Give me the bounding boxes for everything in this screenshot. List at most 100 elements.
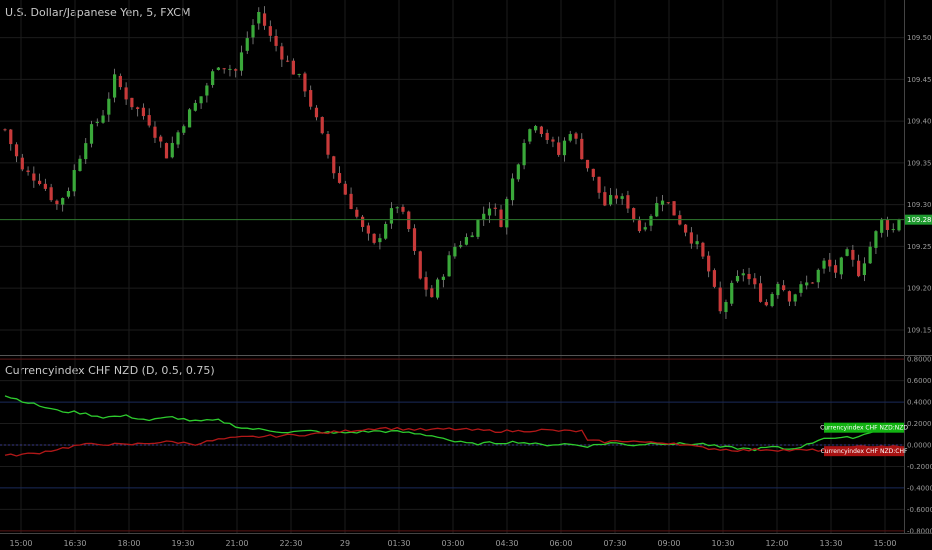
candle-body: [389, 208, 394, 224]
candle-body: [528, 129, 532, 142]
y-tick-label: 109.250: [907, 243, 932, 251]
x-tick-label: 01:30: [387, 539, 410, 548]
candle-body: [787, 291, 792, 302]
candle-body: [770, 293, 774, 307]
candle-body: [724, 302, 728, 313]
y-tick-label: 109.400: [907, 118, 932, 126]
y-tick-label: 109.350: [907, 159, 932, 167]
candle-body: [568, 134, 572, 141]
candle-body: [286, 60, 290, 62]
candle-body: [591, 168, 595, 177]
x-tick-label: 03:00: [441, 539, 464, 548]
candle-body: [464, 237, 469, 245]
candle-body: [384, 223, 388, 239]
candle-body: [891, 229, 895, 231]
candle-body: [343, 183, 347, 195]
candle-body: [268, 26, 272, 36]
candle-body: [764, 302, 768, 306]
candle-body: [199, 96, 203, 104]
candle-body: [730, 282, 734, 304]
candle-body: [412, 228, 417, 251]
y-tick-label: 109.450: [907, 76, 932, 84]
candle-body: [274, 35, 278, 46]
candle-body: [441, 276, 445, 280]
candle-body: [222, 68, 226, 70]
candle-body: [476, 219, 480, 237]
candle-body: [782, 285, 786, 291]
candle-body: [839, 257, 843, 275]
indicator-y-tick-label: -0.2000: [907, 463, 932, 471]
candle-body: [505, 198, 509, 228]
x-tick-label: 10:30: [711, 539, 734, 548]
candle-body: [799, 284, 803, 293]
x-tick-label: 07:30: [603, 539, 626, 548]
candle-body: [793, 294, 797, 302]
x-tick-label: 15:00: [9, 539, 32, 548]
candle-body: [234, 69, 238, 71]
indicator-y-tick-label: 0.2000: [907, 420, 932, 428]
candle-body: [534, 126, 538, 131]
candle-body: [337, 173, 342, 183]
candle-body: [632, 208, 636, 219]
candle-body: [822, 260, 826, 269]
candle-body: [545, 132, 549, 141]
candle-body: [291, 60, 295, 75]
candle-body: [38, 180, 42, 185]
candle-body: [816, 269, 820, 283]
candle-body: [61, 198, 65, 205]
candle-body: [828, 259, 832, 267]
candle-body: [510, 178, 515, 201]
candle-body: [372, 233, 376, 243]
indicator-y-tick-label: -0.4000: [907, 484, 932, 492]
x-tick-label: 12:00: [765, 539, 788, 548]
candle-body: [9, 129, 13, 145]
y-tick-label: 109.200: [907, 285, 932, 293]
candle-body: [216, 67, 221, 70]
candle-body: [164, 143, 169, 159]
candle-body: [107, 98, 111, 115]
candle-body: [182, 126, 186, 133]
candle-body: [482, 213, 486, 220]
candle-body: [493, 207, 497, 209]
candle-body: [851, 249, 855, 260]
candle-body: [626, 195, 630, 209]
x-tick-label: 13:30: [819, 539, 842, 548]
candle-body: [747, 273, 751, 280]
candle-body: [147, 115, 151, 126]
chart-area[interactable]: 15:00 16:30 18:00 19:30 21:00 22:30 29 01:30 03:…: [0, 0, 932, 550]
candle-body: [95, 121, 99, 124]
candle-body: [655, 203, 659, 217]
indicator-y-tick-label: 0.0000: [907, 442, 932, 450]
candle-body: [539, 126, 543, 134]
y-tick-label: 109.150: [907, 326, 932, 334]
candle-body: [245, 38, 249, 51]
candle-body: [424, 277, 428, 290]
candle-body: [49, 187, 53, 201]
candle-body: [885, 220, 890, 230]
candle-body: [257, 12, 261, 24]
candle-body: [585, 159, 590, 169]
candle-body: [26, 170, 30, 173]
candle-body: [707, 255, 711, 272]
candle-body: [845, 249, 849, 256]
x-tick-label: 04:30: [495, 539, 518, 548]
x-tick-label: 09:00: [657, 539, 680, 548]
candle-body: [689, 232, 693, 244]
candle-body: [614, 195, 618, 199]
candle-body: [643, 227, 647, 230]
indicator-line-chf: [4, 426, 900, 457]
candle-body: [3, 129, 7, 131]
y-tick-label: 109.300: [907, 201, 932, 209]
candle-body: [66, 190, 71, 197]
indicator-y-tick-label: 0.6000: [907, 377, 932, 385]
candle-body: [205, 85, 209, 96]
candle-body: [805, 282, 809, 286]
candle-body: [857, 260, 861, 277]
candle-body: [620, 196, 624, 199]
candle-body: [118, 75, 122, 88]
candle-body: [43, 183, 47, 189]
candle-body: [649, 216, 653, 226]
candle-body: [112, 74, 117, 98]
candle-body: [309, 90, 313, 107]
candle-body: [124, 87, 128, 100]
